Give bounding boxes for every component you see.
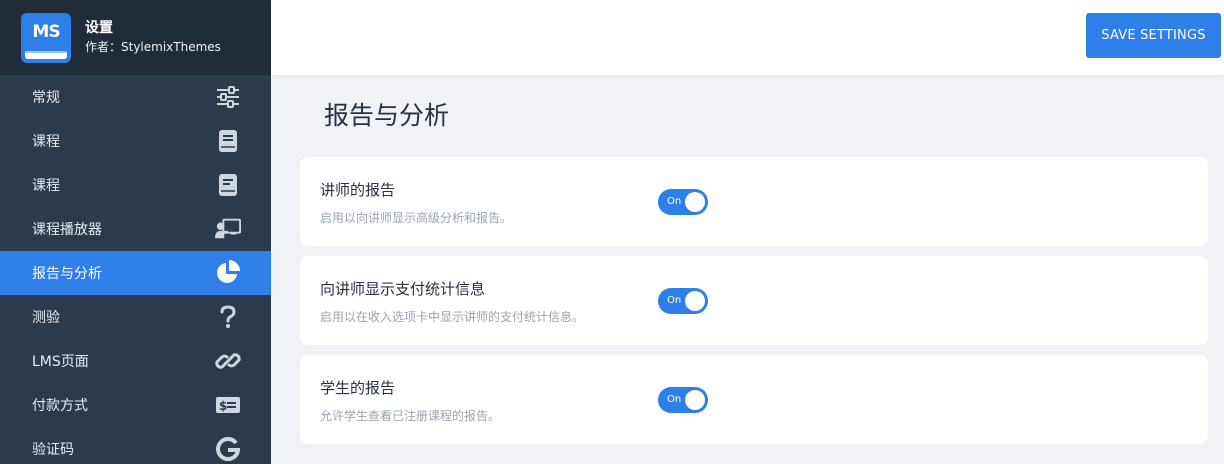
setting-card-student-reports: 学生的报告 允许学生查看已注册课程的报告。 On: [300, 355, 1208, 444]
setting-card-instructor-reports: 讲师的报告 启用以向讲师显示高级分析和报告。 On: [300, 157, 1208, 246]
google-icon: [215, 436, 241, 462]
page-title: 报告与分析: [324, 101, 450, 130]
sidebar-item-label: 测验: [32, 310, 60, 326]
sidebar-item-label: 课程: [32, 178, 60, 194]
sidebar-nav: 常规 课程 课程 课程播放器 报告与分析 测验 LMS页面 付款方式 $ 验证码: [0, 75, 271, 464]
toggle-knob: [685, 291, 705, 311]
setting-description: 允许学生查看已注册课程的报告。: [320, 409, 501, 423]
logo-letters: MS: [32, 21, 60, 42]
app-author: 作者：StylemixThemes: [85, 40, 221, 54]
question-icon: [215, 304, 241, 330]
sidebar-item-label: 验证码: [32, 442, 74, 458]
sidebar-item-general[interactable]: 常规: [0, 75, 271, 119]
sidebar-item-course[interactable]: 课程: [0, 163, 271, 207]
setting-title: 讲师的报告: [320, 181, 396, 199]
chalkboard-teacher-icon: [215, 216, 241, 242]
sidebar-item-label: 报告与分析: [32, 266, 102, 282]
book-open-icon: [215, 172, 241, 198]
toggle-knob: [685, 192, 705, 212]
sliders-icon: [215, 84, 241, 110]
toggle-label: On: [667, 295, 682, 306]
setting-card-payment-stats: 向讲师显示支付统计信息 启用以在收入选项卡中显示讲师的支付统计信息。 On: [300, 256, 1208, 345]
sidebar-item-captcha[interactable]: 验证码: [0, 427, 271, 464]
money-bill-icon: $: [215, 392, 241, 418]
payment-stats-toggle[interactable]: On: [658, 288, 708, 314]
app-logo: MS: [21, 12, 71, 63]
toggle-label: On: [667, 394, 682, 405]
save-settings-button[interactable]: SAVE SETTINGS: [1086, 13, 1221, 58]
toggle-knob: [685, 390, 705, 410]
svg-text:$: $: [219, 399, 227, 413]
sidebar-item-label: 课程播放器: [32, 222, 102, 238]
sidebar-header: MS 设置 作者：StylemixThemes: [0, 0, 271, 75]
book-icon: [215, 128, 241, 154]
setting-description: 启用以向讲师显示高级分析和报告。: [320, 211, 513, 225]
setting-description: 启用以在收入选项卡中显示讲师的支付统计信息。: [320, 310, 585, 324]
sidebar-item-reports-analytics[interactable]: 报告与分析: [0, 251, 271, 295]
toggle-label: On: [667, 196, 682, 207]
sidebar-item-course-player[interactable]: 课程播放器: [0, 207, 271, 251]
link-icon: [215, 348, 241, 374]
sidebar-item-label: LMS页面: [32, 354, 89, 370]
setting-title: 向讲师显示支付统计信息: [320, 280, 486, 298]
sidebar-item-label: 常规: [32, 90, 60, 106]
sidebar-item-quiz[interactable]: 测验: [0, 295, 271, 339]
logo-book-shape: [25, 50, 67, 59]
sidebar-item-label: 课程: [32, 134, 60, 150]
student-reports-toggle[interactable]: On: [658, 387, 708, 413]
top-bar: SAVE SETTINGS: [271, 0, 1224, 75]
instructor-reports-toggle[interactable]: On: [658, 189, 708, 215]
sidebar-item-lms-pages[interactable]: LMS页面: [0, 339, 271, 383]
sidebar-item-label: 付款方式: [32, 398, 88, 414]
app-title: 设置: [85, 20, 113, 36]
sidebar-item-payment-methods[interactable]: 付款方式 $: [0, 383, 271, 427]
sidebar-item-courses[interactable]: 课程: [0, 119, 271, 163]
sidebar: MS 设置 作者：StylemixThemes 常规 课程 课程 课程播放器 报…: [0, 0, 271, 464]
setting-title: 学生的报告: [320, 379, 396, 397]
sidebar-header-text: 设置 作者：StylemixThemes: [85, 19, 221, 56]
pie-chart-icon: [215, 260, 241, 286]
